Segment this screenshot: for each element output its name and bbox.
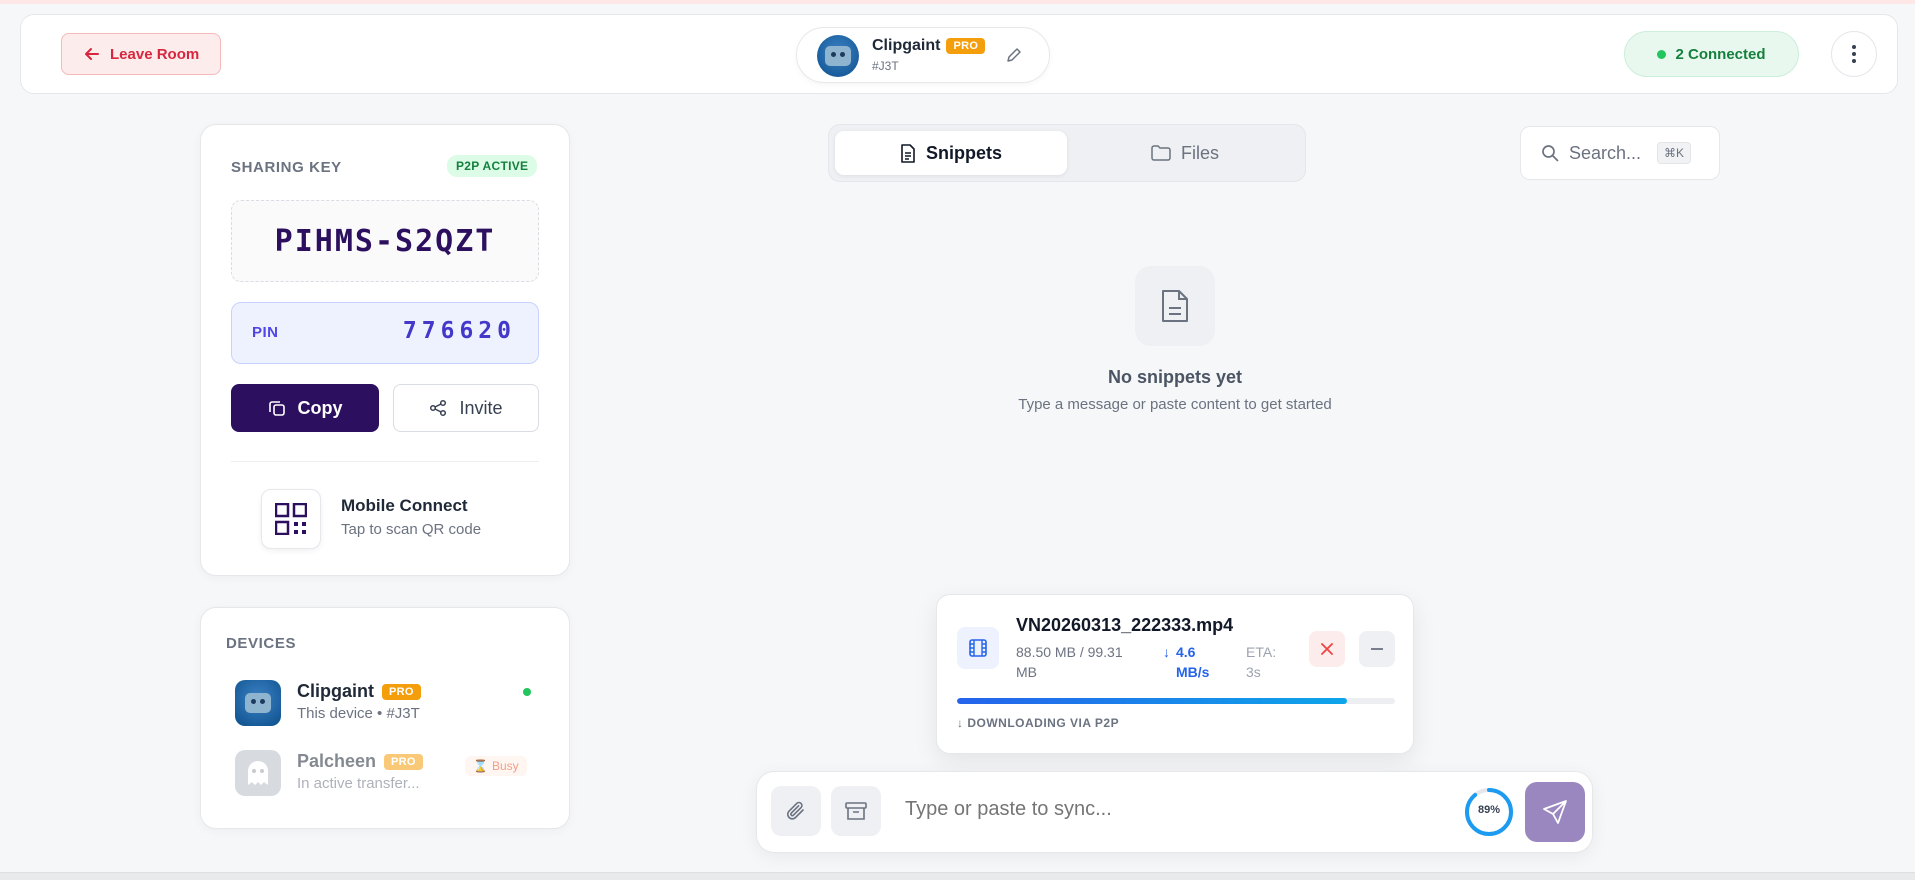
pin-box: PIN 776620 (231, 302, 539, 364)
robot-icon (245, 693, 271, 713)
qr-code-icon (275, 503, 307, 535)
device-row[interactable]: Clipgaint PRO This device • #J3T (235, 678, 555, 728)
share-icon (430, 399, 447, 417)
copy-label: Copy (297, 397, 343, 418)
empty-state-title: No snippets yet (1107, 367, 1243, 387)
pro-badge: PRO (384, 753, 423, 770)
transfer-speed-value: 4.6 MB/s (1176, 644, 1210, 680)
tab-files[interactable]: Files (1069, 131, 1301, 175)
video-file-icon-box (957, 627, 999, 669)
device-name: Palcheen (297, 751, 377, 771)
top-accent-line (0, 0, 1915, 4)
invite-button[interactable]: Invite (393, 384, 539, 432)
transfer-via: ↓ DOWNLOADING VIA P2P (957, 716, 1119, 730)
arrow-left-icon (85, 48, 99, 60)
document-icon (901, 143, 915, 163)
folder-icon (1151, 145, 1171, 161)
leave-room-button[interactable]: Leave Room (61, 33, 221, 75)
device-subtitle: In active transfer... (297, 775, 420, 792)
device-avatar (235, 750, 281, 796)
transfer-size: 88.50 MB / 99.31 MB (1016, 644, 1123, 680)
search-input[interactable]: Search... ⌘K (1520, 126, 1720, 180)
divider (231, 461, 539, 462)
online-dot (523, 688, 531, 696)
device-name: Clipgaint (297, 681, 374, 701)
empty-state-icon (1135, 266, 1215, 346)
connected-label: 2 Connected (1675, 45, 1766, 63)
invite-label: Invite (459, 397, 503, 418)
paperclip-icon (786, 801, 804, 820)
pin-label: PIN (252, 324, 279, 341)
busy-label: Busy (491, 759, 519, 773)
sharing-key-title: SHARING KEY (231, 159, 342, 176)
arrow-down-icon: ↓ (957, 716, 968, 730)
busy-badge: ⌛ Busy (465, 756, 527, 776)
transfer-card: VN20260313_222333.mp4 88.50 MB / 99.31 M… (936, 594, 1414, 754)
mobile-connect-subtitle: Tap to scan QR code (341, 521, 482, 538)
search-icon (1542, 145, 1559, 162)
devices-title: DEVICES (226, 635, 297, 652)
transfer-speed: ↓ 4.6 MB/s (1163, 642, 1222, 682)
ghost-icon (248, 761, 268, 785)
more-vertical-icon (1852, 45, 1856, 63)
close-icon (1321, 643, 1333, 655)
bottom-edge (0, 872, 1915, 880)
leave-room-label: Leave Room (110, 45, 200, 63)
pro-badge: PRO (946, 38, 986, 54)
online-dot (1657, 49, 1667, 59)
mobile-connect-title[interactable]: Mobile Connect (341, 496, 468, 516)
device-row[interactable]: Palcheen PRO In active transfer... ⌛ Bus… (235, 748, 555, 798)
file-text-icon (1162, 290, 1188, 322)
film-icon (969, 639, 987, 657)
tab-snippets[interactable]: Snippets (835, 131, 1067, 175)
pencil-icon[interactable] (1005, 46, 1023, 64)
copy-button[interactable]: Copy (231, 384, 379, 432)
message-input[interactable] (905, 798, 1465, 821)
qr-code-button[interactable] (261, 489, 321, 549)
send-button[interactable] (1525, 782, 1585, 842)
transfer-progress-bar (957, 698, 1395, 704)
empty-state-subtitle: Type a message or paste content to get s… (1018, 396, 1332, 413)
room-info: Clipgaint PRO #J3T (796, 27, 1050, 83)
transfer-eta: ETA: 3s (1246, 644, 1277, 680)
copy-icon (268, 401, 285, 416)
room-avatar (817, 35, 859, 77)
transfer-progress-fill (957, 698, 1348, 704)
minimize-transfer-button[interactable] (1359, 631, 1395, 667)
arrow-down-icon: ↓ (1163, 644, 1170, 660)
device-avatar (235, 680, 281, 726)
device-subtitle: This device • #J3T (297, 705, 420, 722)
connection-status: 2 Connected (1624, 31, 1799, 77)
shortcut-hint: ⌘K (1657, 142, 1692, 164)
devices-card: DEVICES Clipgaint PRO This device • #J3T… (200, 607, 570, 829)
send-icon (1543, 800, 1567, 824)
p2p-status-badge: P2P ACTIVE (447, 155, 538, 177)
room-code: #J3T (872, 59, 899, 73)
header-bar: Leave Room Clipgaint PRO #J3T 2 Connecte… (20, 14, 1898, 94)
transfer-file-name: VN20260313_222333.mp4 (1016, 615, 1234, 635)
robot-icon (825, 46, 851, 66)
sharing-key-card: SHARING KEY P2P ACTIVE PIHMS-S2QZT PIN 7… (200, 124, 570, 576)
minus-icon (1371, 648, 1383, 650)
archive-icon (845, 802, 867, 820)
pro-badge: PRO (382, 683, 421, 700)
transfer-via-label: DOWNLOADING VIA P2P (967, 716, 1120, 730)
pin-value[interactable]: 776620 (403, 318, 516, 344)
archive-button[interactable] (831, 786, 881, 836)
more-options-button[interactable] (1831, 31, 1877, 77)
view-tabs: Snippets Files (828, 124, 1306, 182)
tab-snippets-label: Snippets (925, 142, 1002, 163)
search-placeholder: Search... (1569, 142, 1642, 163)
progress-ring-label: 89% (1477, 804, 1501, 816)
tab-files-label: Files (1180, 142, 1219, 163)
hourglass-icon: ⌛ (473, 759, 488, 773)
room-name: Clipgaint (872, 37, 941, 54)
sharing-key-value[interactable]: PIHMS-S2QZT (231, 200, 539, 282)
composer-bar: 89% (756, 771, 1593, 853)
attach-button[interactable] (771, 786, 821, 836)
cancel-transfer-button[interactable] (1309, 631, 1345, 667)
